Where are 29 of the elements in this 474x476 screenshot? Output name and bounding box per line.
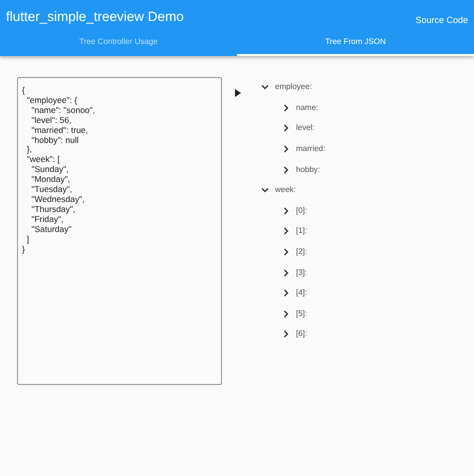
chevron-down-icon[interactable] [261,186,269,194]
chevron-down-icon[interactable] [261,83,269,92]
chevron-right-icon[interactable] [282,330,290,338]
chevron-right-icon[interactable] [282,310,290,318]
chevron-right-icon[interactable] [282,145,290,154]
tree-node-label[interactable]: [3]: [296,266,308,279]
chevron-right-icon[interactable] [282,289,290,298]
chevron-right-icon[interactable] [282,166,290,174]
tree-node-label[interactable]: [2]: [296,246,308,258]
chevron-right-icon[interactable] [282,124,290,132]
tree-node-label[interactable]: name: [296,102,318,114]
tree-node-label[interactable]: [6]: [296,328,308,340]
chevron-right-icon[interactable] [282,104,290,112]
chevron-right-icon[interactable] [282,248,290,256]
tree-node-label[interactable]: week: [275,184,296,196]
tree-node-label[interactable]: married: [296,143,326,156]
chevron-right-icon[interactable] [282,268,290,277]
tree-node-label[interactable]: level: [296,122,315,134]
tree-node-label[interactable]: employee: [275,81,312,94]
app-title: flutter_simple_treeview Demo [5,8,185,26]
chevron-right-icon[interactable] [282,227,290,236]
tree-node-label[interactable]: [5]: [296,308,308,320]
tree-node-label[interactable]: [0]: [296,204,308,217]
tree-node-label[interactable]: [4]: [296,287,308,300]
play-icon [235,89,241,97]
tree-node-label[interactable]: [1]: [296,225,308,238]
chevron-right-icon[interactable] [282,206,290,215]
tree-node-label[interactable]: hobby: [296,164,320,176]
json-text-area[interactable]: { "employee": { "name": "sonoo", "level": 56, "married": true, "hobby": null }, "week": [ "Sunday", "Monday", "Tuesday", "Wednesday", "Thursday", "Friday", "Saturday" ] } [17,77,222,385]
